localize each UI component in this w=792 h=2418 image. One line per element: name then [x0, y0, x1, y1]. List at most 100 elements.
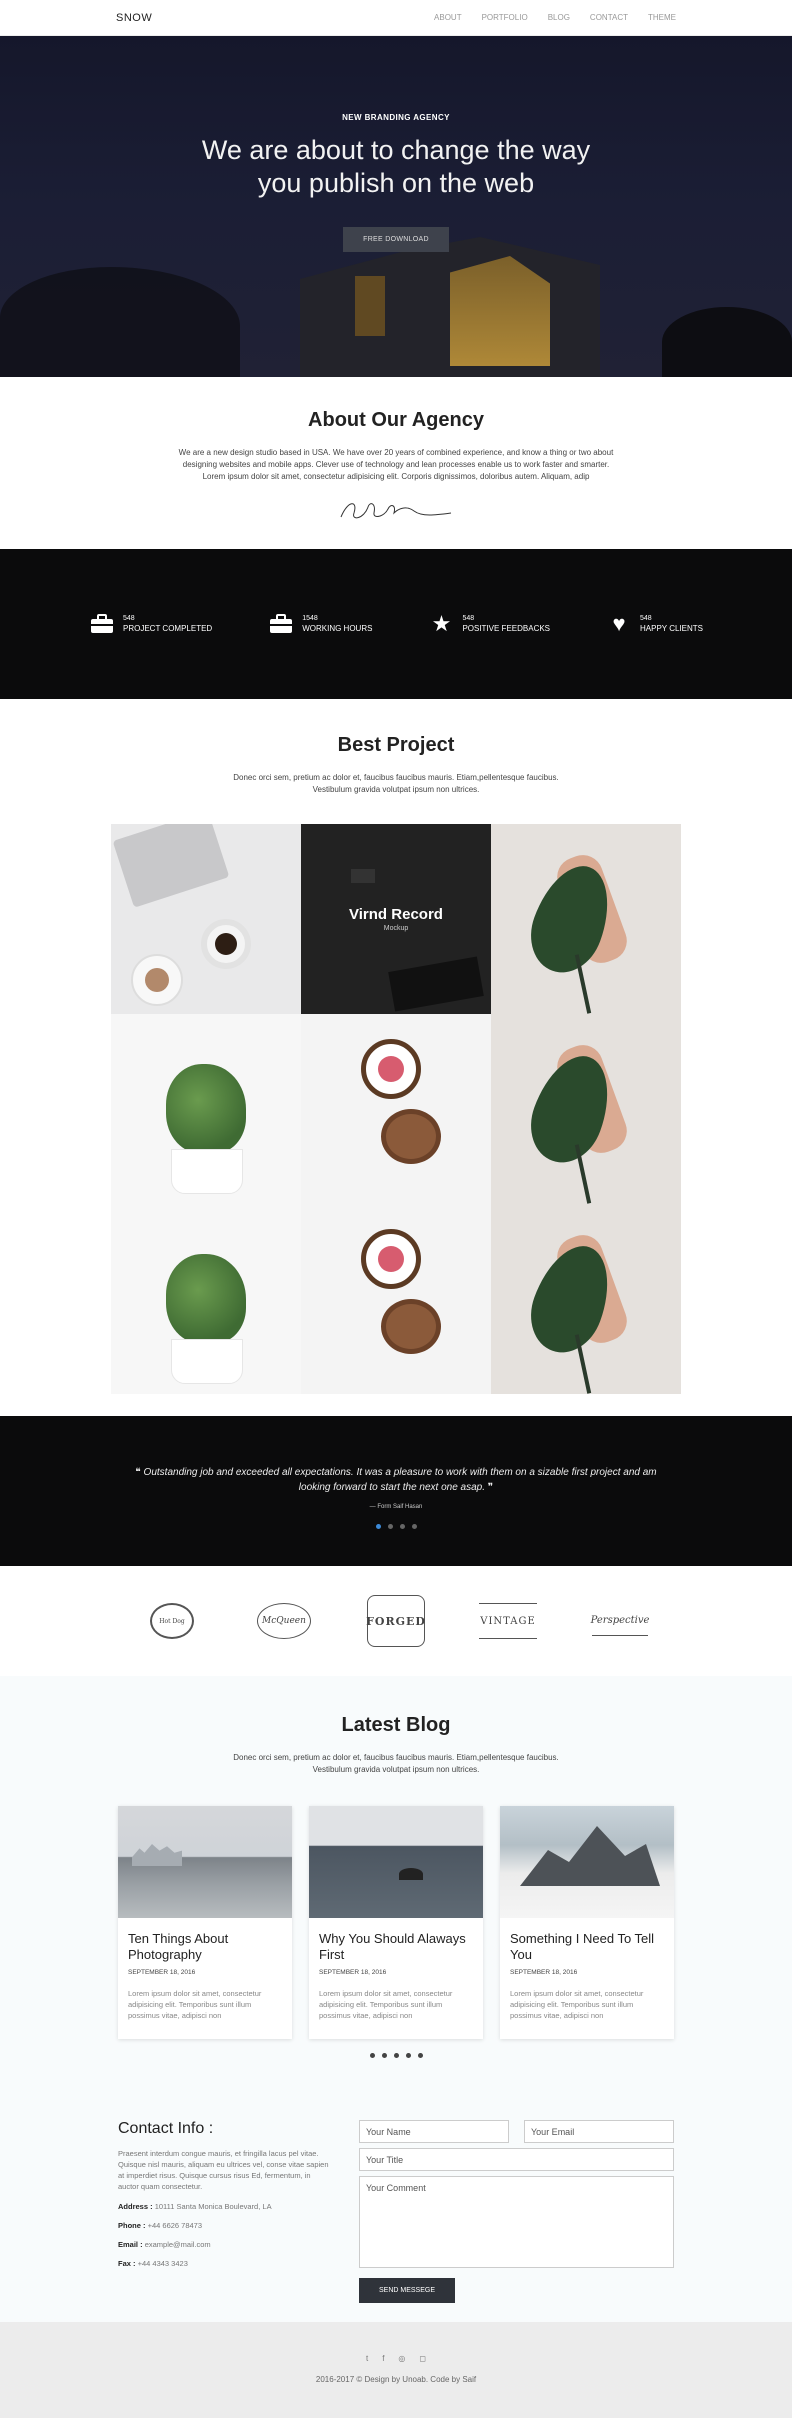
carousel-dot[interactable]: [405, 2053, 411, 2058]
nav-item-blog[interactable]: BLOG: [548, 13, 570, 22]
testimonial-carousel-dots: [0, 1524, 792, 1529]
email-field[interactable]: Your Email: [524, 2120, 674, 2143]
project-tile-plant[interactable]: [111, 1204, 301, 1394]
contact-desc: Praesent interdum congue mauris, et frin…: [118, 2149, 329, 2191]
logo-hotdog: Hot Dog: [150, 1603, 194, 1639]
nav-item-contact[interactable]: CONTACT: [590, 13, 628, 22]
stat-label: HAPPY CLIENTS: [640, 624, 703, 633]
blog-post-card[interactable]: Why You Should Alaways First SEPTEMBER 1…: [309, 1806, 483, 2039]
plant-shape: [351, 869, 375, 883]
contact-phone: Phone : +44 6626 78473: [118, 2221, 333, 2230]
project-tile-coconut[interactable]: [301, 1204, 491, 1394]
stat-label: WORKING HOURS: [302, 624, 373, 633]
address-value: 10111 Santa Monica Boulevard, LA: [154, 2202, 272, 2211]
about-section: About Our Agency We are a new design stu…: [0, 377, 792, 549]
testimonial-quote: ❝ Outstanding job and exceeded all expec…: [135, 1467, 657, 1493]
carousel-dot[interactable]: [369, 2053, 375, 2058]
stat-number: 1548: [302, 615, 318, 622]
dribbble-icon[interactable]: ◎: [398, 2354, 405, 2363]
email-value[interactable]: example@mail.com: [145, 2240, 211, 2249]
coconut-bowl-shape: [361, 1039, 421, 1099]
email-label: Email :: [118, 2240, 143, 2249]
projects-text: Donec orci sem, pretium ac dolor et, fau…: [233, 773, 559, 794]
project-featured-subtitle: Mockup: [383, 925, 409, 932]
whale-shape: [399, 1868, 423, 1880]
carousel-dot[interactable]: [411, 1524, 417, 1529]
project-tile-desk[interactable]: [111, 824, 301, 1014]
project-tile-leaf[interactable]: [491, 824, 681, 1014]
project-tile-featured[interactable]: Virnd Record Mockup: [301, 824, 491, 1014]
phone-value[interactable]: +44 6626 78473: [148, 2221, 202, 2230]
client-logo: McQueen: [228, 1603, 340, 1639]
nav-item-about[interactable]: ABOUT: [434, 13, 462, 22]
stat-happy-clients: ♥ 548 HAPPY CLIENTS: [606, 611, 703, 636]
nav-item-portfolio[interactable]: PORTFOLIO: [482, 13, 528, 22]
send-message-button[interactable]: SEND MESSEGE: [359, 2278, 456, 2303]
nav-item-theme[interactable]: THEME: [648, 13, 676, 22]
coconut-bowl-shape: [361, 1229, 421, 1289]
stat-number: 548: [640, 615, 652, 622]
comment-field[interactable]: Your Comment: [359, 2176, 674, 2268]
contact-address: Address : 10111 Santa Monica Boulevard, …: [118, 2202, 333, 2211]
contact-section: Contact Info : Praesent interdum congue …: [0, 2110, 792, 2322]
contact-email: Email : example@mail.com: [118, 2240, 333, 2249]
briefcase-icon: [89, 613, 115, 635]
blog-post-card[interactable]: Ten Things About Photography SEPTEMBER 1…: [118, 1806, 292, 2039]
briefcase-icon: [268, 613, 294, 635]
testimonial-quote-text: Outstanding job and exceeded all expecta…: [143, 1467, 657, 1493]
blog-post-card[interactable]: Something I Need To Tell You SEPTEMBER 1…: [500, 1806, 674, 2039]
footer: t f ◎ ◻ 2016-2017 © Design by Unoab. Cod…: [0, 2322, 792, 2418]
twitter-icon[interactable]: t: [366, 2354, 368, 2363]
city-skyline-shape: [132, 1844, 182, 1866]
post-excerpt: Lorem ipsum dolor sit amet, consectetur …: [510, 1989, 644, 2020]
project-tile-leaf[interactable]: [491, 1014, 681, 1204]
contact-form: Your Name Your Email Your Title Your Com…: [359, 2120, 674, 2322]
carousel-dot[interactable]: [399, 1524, 405, 1529]
post-date: SEPTEMBER 18, 2016: [510, 1969, 578, 1976]
stat-working-hours: 1548 WORKING HOURS: [268, 613, 372, 635]
testimonial-section: ❝ Outstanding job and exceeded all expec…: [0, 1416, 792, 1566]
coconut-shell-shape: [381, 1299, 441, 1354]
plate-shape: [131, 954, 183, 1006]
client-logo: Perspective: [564, 1606, 676, 1636]
stats-section: 548 PROJECT COMPLETED 1548 WORKING HOURS…: [0, 549, 792, 699]
notebook-shape: [388, 956, 484, 1012]
about-text: We are a new design studio based in USA.…: [178, 448, 614, 481]
post-image-mountain: [500, 1806, 674, 1918]
post-title[interactable]: Why You Should Alaways First: [319, 1931, 473, 1963]
project-tile-coconut[interactable]: [301, 1014, 491, 1204]
title-field[interactable]: Your Title: [359, 2148, 674, 2171]
carousel-dot[interactable]: [387, 1524, 393, 1529]
client-logo: VINTAGE: [452, 1603, 564, 1639]
post-image-whale: [309, 1806, 483, 1918]
hero-section: NEW BRANDING AGENCY We are about to chan…: [0, 36, 792, 377]
brand-logo[interactable]: SNOW: [116, 12, 152, 24]
name-field[interactable]: Your Name: [359, 2120, 509, 2143]
main-menu: ABOUT PORTFOLIO BLOG CONTACT THEME: [434, 13, 676, 22]
free-download-button[interactable]: FREE DOWNLOAD: [343, 227, 449, 252]
carousel-dot[interactable]: [417, 2053, 423, 2058]
project-tile-plant[interactable]: [111, 1014, 301, 1204]
post-title[interactable]: Something I Need To Tell You: [510, 1931, 664, 1963]
carousel-dot[interactable]: [375, 1524, 381, 1529]
logo-perspective: Perspective: [591, 1606, 649, 1636]
client-logos: Hot Dog McQueen FORGED VINTAGE Perspecti…: [0, 1566, 792, 1676]
blog-carousel-dots: [0, 2053, 792, 2058]
logo-forged: FORGED: [366, 1595, 425, 1647]
address-label: Address :: [118, 2202, 153, 2211]
instagram-icon[interactable]: ◻: [419, 2354, 426, 2363]
post-title[interactable]: Ten Things About Photography: [128, 1931, 282, 1963]
stat-label: POSITIVE FEEDBACKS: [462, 624, 551, 633]
hero-kicker: NEW BRANDING AGENCY: [342, 113, 450, 122]
pot-shape: [171, 1149, 243, 1194]
pot-shape: [171, 1339, 243, 1384]
fax-value: +44 4343 3423: [137, 2259, 188, 2268]
contact-info: Contact Info : Praesent interdum congue …: [118, 2120, 333, 2322]
carousel-dot[interactable]: [393, 2053, 399, 2058]
facebook-icon[interactable]: f: [382, 2354, 384, 2363]
heart-icon: ♥: [612, 611, 626, 636]
blog-text: Donec orci sem, pretium ac dolor et, fau…: [233, 1753, 559, 1774]
plant-foliage-shape: [166, 1064, 246, 1154]
carousel-dot[interactable]: [381, 2053, 387, 2058]
project-tile-leaf[interactable]: [491, 1204, 681, 1394]
